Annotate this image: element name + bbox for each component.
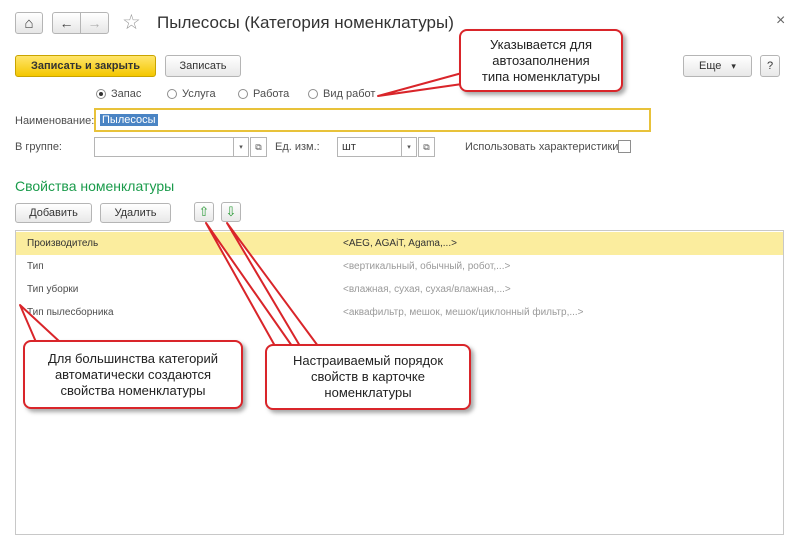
radio-unselected-icon (167, 89, 177, 99)
radio-work[interactable]: Работа (238, 88, 289, 100)
add-property-label: Добавить (29, 207, 78, 219)
radio-work-type[interactable]: Вид работ (308, 88, 375, 100)
property-values: <вертикальный, обычный, робот,...> (343, 261, 511, 272)
unit-dropdown-button[interactable]: ▾ (401, 137, 417, 157)
unit-label: Ед. изм.: (275, 141, 320, 153)
order-callout-line: свойств в карточке (311, 369, 425, 384)
unit-value: шт (342, 141, 356, 153)
radio-unselected-icon (308, 89, 318, 99)
delete-property-label: Удалить (114, 207, 157, 219)
property-name: Производитель (27, 238, 99, 249)
move-up-icon: ⇧ (198, 204, 210, 219)
radio-service-label: Услуга (182, 88, 216, 100)
chevron-down-icon: ▾ (239, 144, 243, 151)
table-row[interactable]: Тип <вертикальный, обычный, робот,...> (16, 255, 783, 278)
autofill-callout-line: типа номенклатуры (481, 68, 601, 84)
autofill-callout-line: Указывается для (490, 36, 592, 52)
favorite-star-icon[interactable]: ☆ (122, 10, 141, 35)
unit-open-button[interactable]: ⧉ (418, 137, 435, 157)
radio-unselected-icon (238, 89, 248, 99)
group-dropdown-button[interactable]: ▾ (233, 137, 249, 157)
save-and-close-label: Записать и закрыть (30, 60, 141, 72)
open-window-icon: ⧉ (255, 141, 262, 152)
add-property-button[interactable]: Добавить (15, 203, 92, 223)
property-name: Тип пылесборника (27, 307, 114, 318)
table-row[interactable]: Тип пылесборника <аквафильтр, мешок, меш… (16, 301, 783, 324)
order-callout-line: номенклатуры (324, 385, 412, 400)
more-button[interactable]: Еще ▾ (683, 55, 752, 77)
autofill-pointer (377, 72, 463, 97)
name-label: Наименование: (15, 115, 95, 127)
more-label: Еще (699, 60, 722, 72)
use-characteristics-checkbox[interactable] (618, 140, 631, 153)
page-title: Пылесосы (Категория номенклатуры) (157, 13, 454, 32)
back-arrow-icon: ← (59, 15, 74, 31)
radio-work-label: Работа (253, 88, 290, 100)
unit-input[interactable]: шт (337, 137, 402, 157)
help-icon: ? (766, 60, 774, 72)
auto-create-callout-line: Для большинства категорий (47, 350, 219, 366)
autofill-callout: Указывается для автозаполнения типа номе… (459, 29, 623, 92)
property-values: <AEG, AGAiT, Agama,...> (343, 238, 457, 249)
property-values: <влажная, сухая, сухая/влажная,...> (343, 284, 511, 295)
close-icon[interactable]: × (776, 12, 785, 30)
property-values: <аквафильтр, мешок, мешок/циклонный филь… (343, 307, 584, 318)
group-label: В группе: (15, 141, 62, 153)
chevron-down-icon: ▾ (407, 144, 411, 151)
open-window-icon: ⧉ (423, 141, 430, 152)
move-down-button[interactable]: ⇩ (221, 202, 241, 222)
table-row[interactable]: Тип уборки <влажная, сухая, сухая/влажна… (16, 278, 783, 301)
move-down-icon: ⇩ (225, 204, 237, 219)
delete-property-button[interactable]: Удалить (100, 203, 171, 223)
group-input[interactable] (94, 137, 234, 157)
radio-work-type-label: Вид работ (323, 88, 376, 100)
auto-create-callout-line: свойства номенклатуры (60, 382, 206, 398)
properties-section-title: Свойства номенклатуры (15, 178, 175, 194)
order-callout: Настраиваемый порядок свойств в карточке… (265, 344, 471, 410)
group-open-button[interactable]: ⧉ (250, 137, 267, 157)
home-icon: ⌂ (24, 14, 34, 32)
move-up-button[interactable]: ⇧ (194, 202, 214, 222)
save-label: Записать (179, 60, 227, 72)
chevron-down-icon: ▾ (731, 60, 736, 71)
autofill-callout-line: автозаполнения (492, 52, 590, 68)
use-characteristics-label: Использовать характеристики: (465, 141, 622, 153)
radio-service[interactable]: Услуга (167, 88, 216, 100)
property-name: Тип (27, 261, 44, 272)
name-value: Пылесосы (100, 114, 158, 126)
home-button[interactable]: ⌂ (15, 12, 43, 34)
save-button[interactable]: Записать (165, 55, 241, 77)
auto-create-callout: Для большинства категорий автоматически … (23, 340, 243, 409)
forward-arrow-icon: → (87, 15, 102, 31)
table-row[interactable]: Производитель <AEG, AGAiT, Agama,...> (16, 232, 783, 255)
radio-stock[interactable]: Запас (96, 88, 141, 100)
property-name: Тип уборки (27, 284, 79, 295)
order-callout-line: Настраиваемый порядок (292, 353, 444, 368)
auto-create-callout-line: автоматически создаются (54, 366, 212, 382)
name-input[interactable]: Пылесосы (94, 108, 651, 132)
radio-stock-label: Запас (111, 88, 142, 100)
forward-button[interactable]: → (80, 12, 109, 34)
help-button[interactable]: ? (760, 55, 780, 77)
radio-selected-icon (96, 89, 106, 99)
save-and-close-button[interactable]: Записать и закрыть (15, 55, 156, 77)
back-button[interactable]: ← (52, 12, 81, 34)
